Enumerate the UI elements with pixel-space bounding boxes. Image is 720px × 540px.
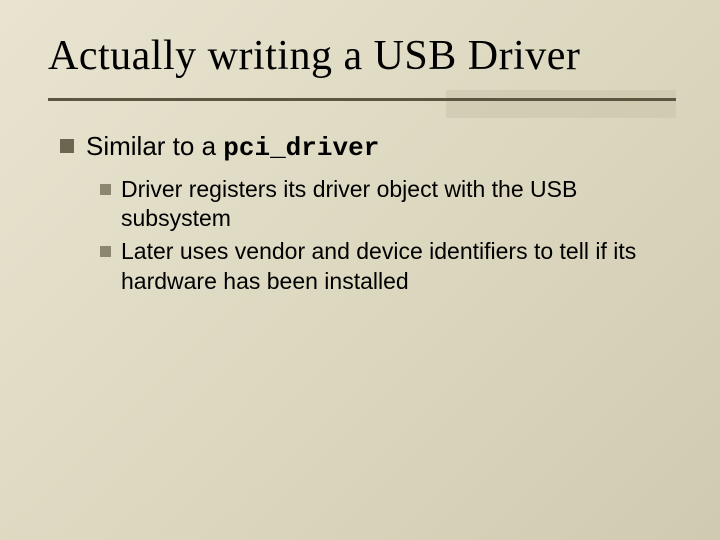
bullet-text-prefix: Similar to a xyxy=(86,131,223,161)
square-bullet-icon xyxy=(100,184,111,195)
bullet-level2: Later uses vendor and device identifiers… xyxy=(100,237,660,296)
bullet-text: Similar to a pci_driver xyxy=(86,130,379,165)
square-bullet-icon xyxy=(100,246,111,257)
slide-content: Similar to a pci_driver Driver registers… xyxy=(60,130,660,300)
bullet-level2: Driver registers its driver object with … xyxy=(100,175,660,234)
bullet-level1: Similar to a pci_driver xyxy=(60,130,660,165)
bullet-text: Later uses vendor and device identifiers… xyxy=(121,237,660,296)
title-accent-block xyxy=(446,90,676,118)
square-bullet-icon xyxy=(60,139,74,153)
title-underline xyxy=(48,98,676,101)
slide-title: Actually writing a USB Driver xyxy=(48,32,672,80)
code-text: pci_driver xyxy=(223,133,379,163)
bullet-text: Driver registers its driver object with … xyxy=(121,175,660,234)
sub-bullet-group: Driver registers its driver object with … xyxy=(100,175,660,297)
slide: Actually writing a USB Driver Similar to… xyxy=(0,0,720,540)
